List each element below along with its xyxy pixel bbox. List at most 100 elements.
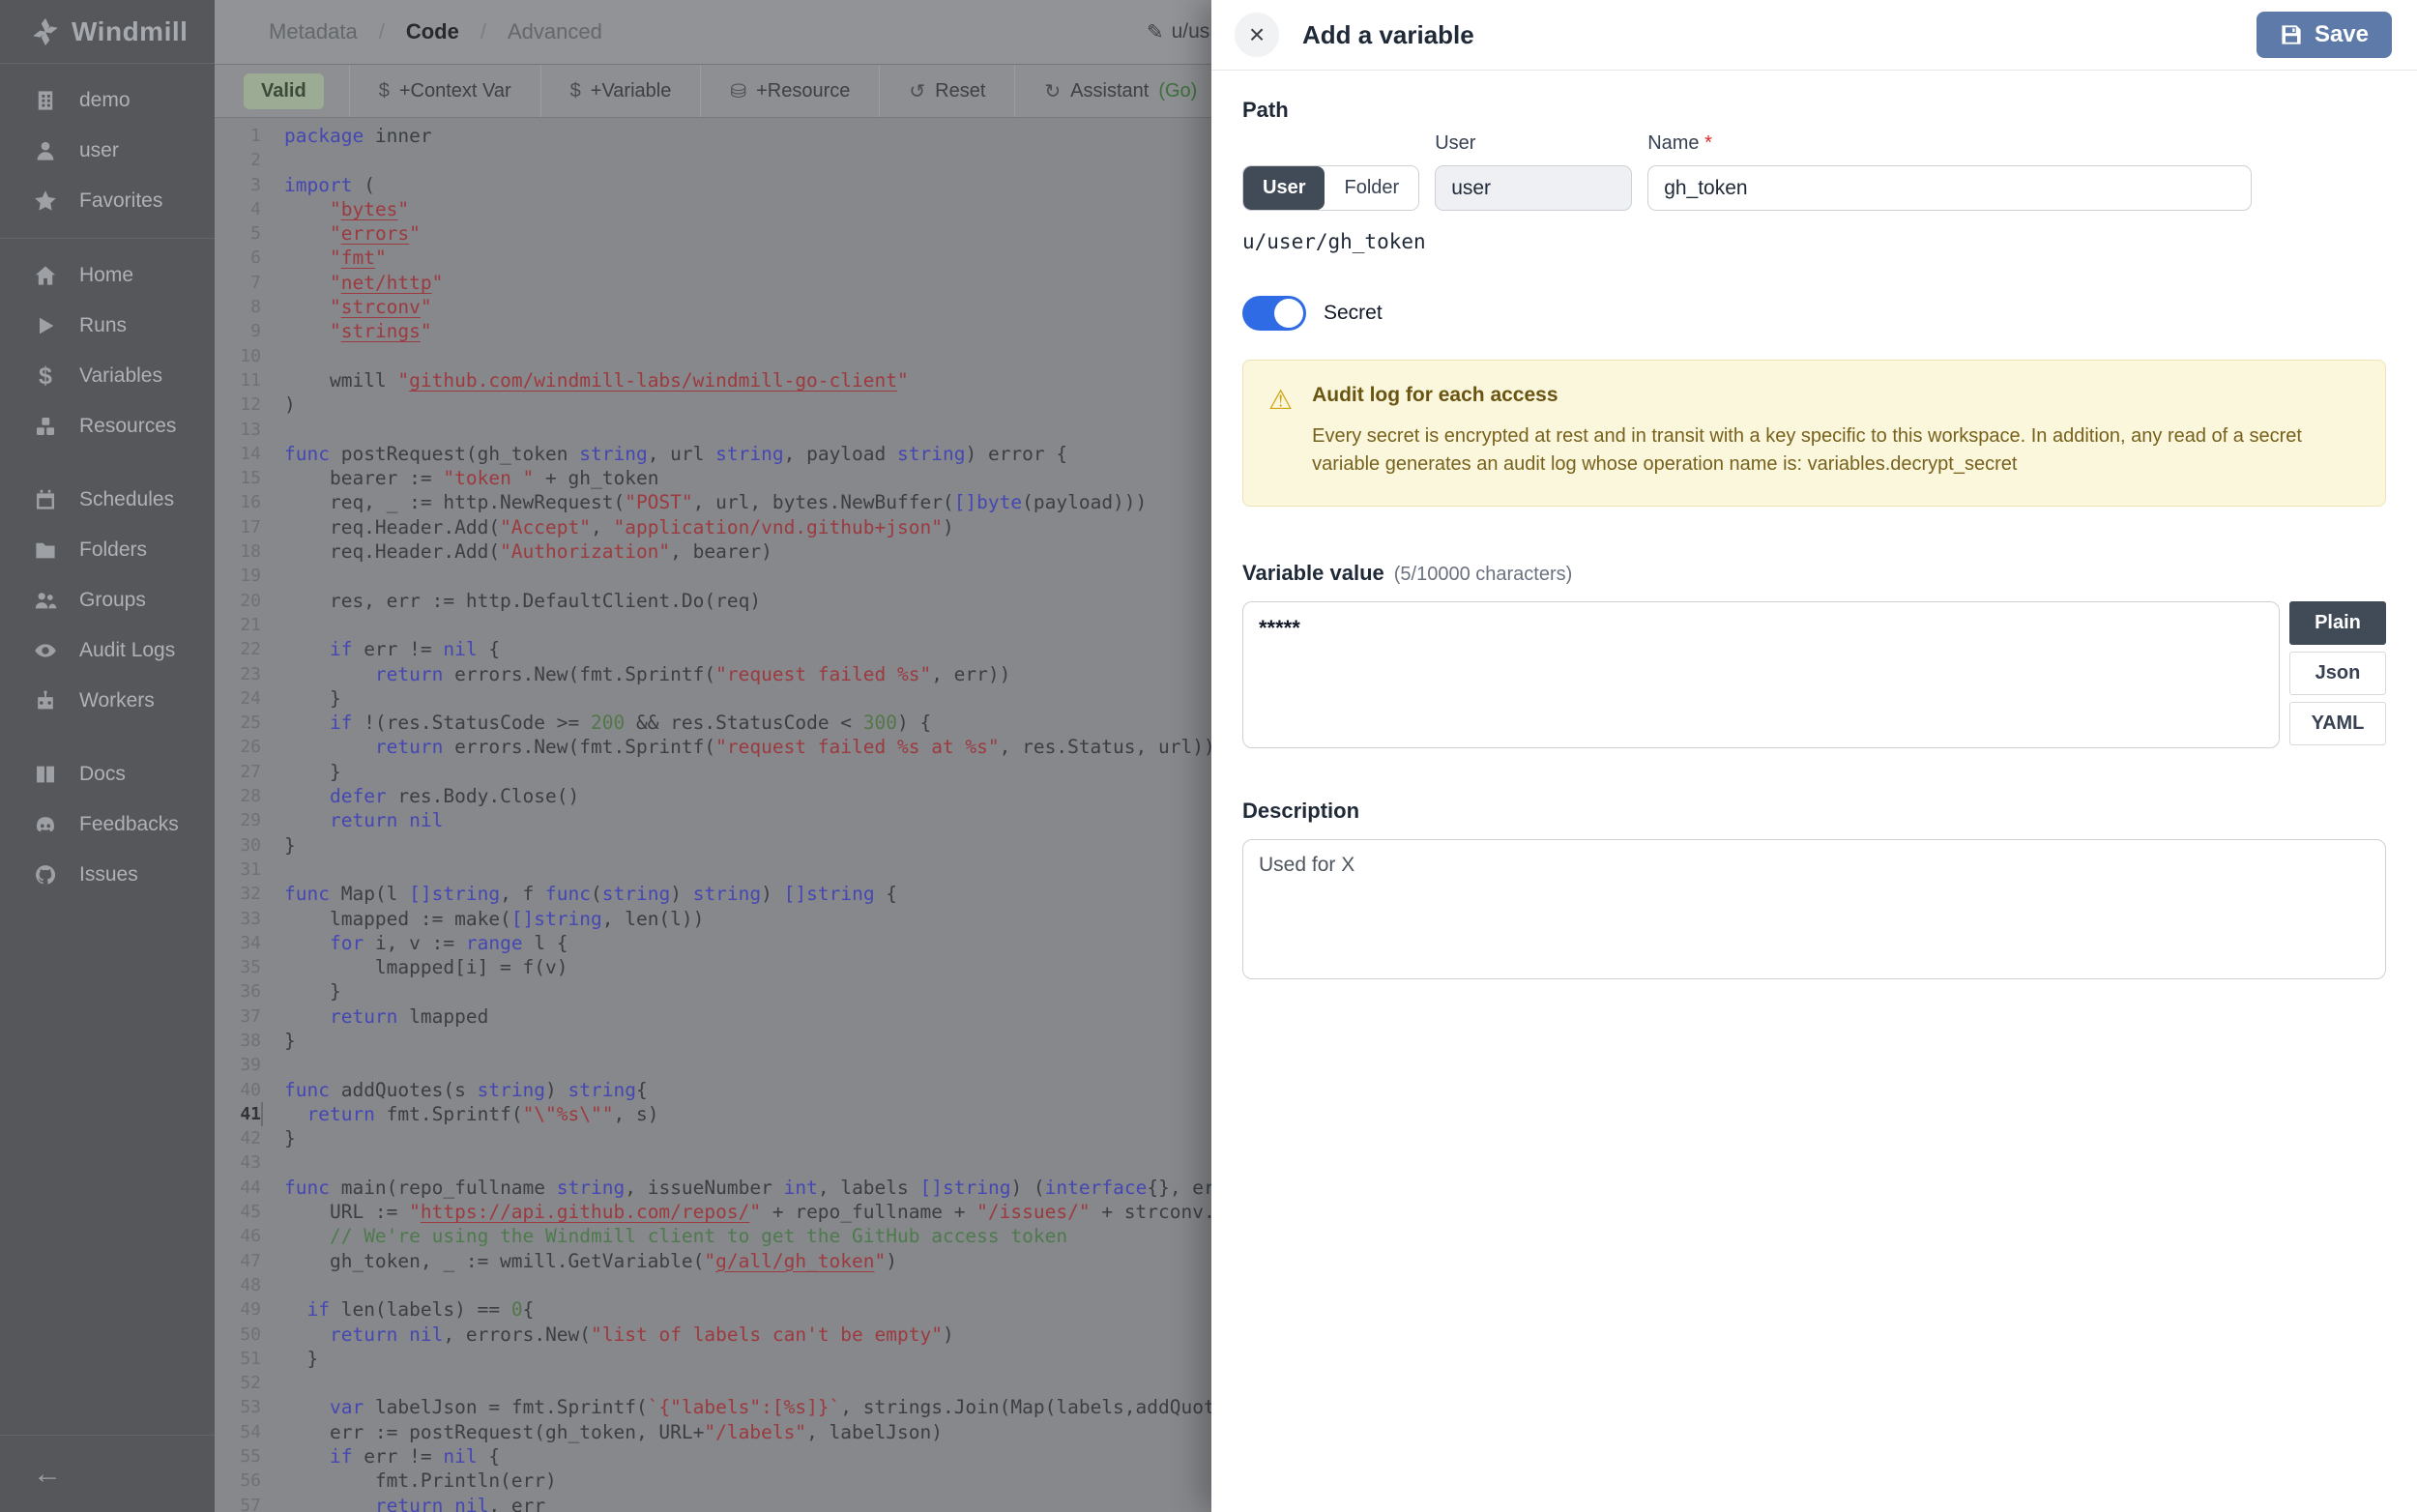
code-line-content: func main(repo_fullname string, issueNum… <box>261 1176 1283 1200</box>
warning-body: Every secret is encrypted at rest and in… <box>1312 422 2337 479</box>
code-line-content: return nil, err <box>261 1494 545 1512</box>
sidebar-item-user[interactable]: user <box>0 126 215 176</box>
sidebar-item-audit-logs[interactable]: Audit Logs <box>0 625 215 676</box>
home-icon <box>33 263 58 288</box>
line-number: 5 <box>215 221 261 246</box>
code-line-content <box>261 1150 284 1175</box>
sidebar-item-issues[interactable]: Issues <box>0 850 215 900</box>
building-icon <box>33 88 58 113</box>
secret-toggle[interactable] <box>1242 296 1306 331</box>
step-code[interactable]: Code <box>406 19 459 44</box>
line-number: 27 <box>215 760 261 784</box>
line-number: 17 <box>215 515 261 539</box>
toolbar-button-assistant[interactable]: ↻Assistant(Go) <box>1014 65 1226 117</box>
line-number: 4 <box>215 197 261 221</box>
add-variable-drawer: × Add a variable Save Path UserFolder Us… <box>1211 0 2417 1512</box>
sidebar-item-label: demo <box>79 89 131 112</box>
toolbar-button-add-variable[interactable]: $ +Variable <box>540 65 701 117</box>
toolbar-button-label: +Context Var <box>399 80 511 102</box>
sidebar-item-folders[interactable]: Folders <box>0 525 215 575</box>
script-path-edit[interactable]: ✎ u/us <box>1147 0 1209 64</box>
code-line-content: } <box>261 1029 296 1053</box>
arrow-left-icon: ← <box>33 1458 62 1491</box>
dollar-icon: $ <box>570 80 581 102</box>
code-line-content: bearer := "token " + gh_token <box>261 466 658 490</box>
code-line-content: return nil <box>261 808 443 832</box>
toolbar-button-label: Assistant <box>1070 80 1149 102</box>
code-line-content <box>261 344 284 368</box>
sidebar-item-runs[interactable]: Runs <box>0 301 215 351</box>
sidebar-item-favorites[interactable]: Favorites <box>0 176 215 226</box>
line-number: 22 <box>215 637 261 661</box>
code-line-content: "bytes" <box>261 197 409 221</box>
variable-name-input[interactable] <box>1647 165 2252 211</box>
sidebar-item-docs[interactable]: Docs <box>0 749 215 800</box>
sidebar-item-feedbacks[interactable]: Feedbacks <box>0 800 215 850</box>
toolbar-button-label: +Resource <box>756 80 850 102</box>
sidebar-collapse-button[interactable]: ← <box>0 1435 215 1512</box>
line-number: 8 <box>215 295 261 319</box>
line-number: 41 <box>215 1102 261 1126</box>
step-advanced[interactable]: Advanced <box>508 19 602 44</box>
save-button[interactable]: Save <box>2257 12 2392 58</box>
step-metadata[interactable]: Metadata <box>269 19 358 44</box>
code-line-content: func Map(l []string, f func(string) stri… <box>261 882 897 906</box>
close-icon[interactable]: × <box>1235 13 1279 57</box>
variable-value-heading: Variable value <box>1242 561 1384 586</box>
code-line-content <box>261 1273 284 1297</box>
sidebar-item-label: Docs <box>79 763 126 786</box>
sidebar-item-home[interactable]: Home <box>0 250 215 301</box>
code-line-content: req.Header.Add("Authorization", bearer) <box>261 539 772 564</box>
line-number: 21 <box>215 613 261 637</box>
owner-toggle-user[interactable]: User <box>1243 166 1325 210</box>
line-number: 52 <box>215 1371 261 1395</box>
required-asterisk: * <box>1704 132 1712 154</box>
sidebar-item-variables[interactable]: $Variables <box>0 351 215 401</box>
sidebar-item-label: Workers <box>79 689 155 712</box>
sidebar-section-admin-nav: Schedules Folders GroupsAudit Logs Workers <box>0 463 215 738</box>
drawer-body: Path UserFolder User Name * u/user/gh_to… <box>1211 71 2417 1011</box>
windmill-logo[interactable]: Windmill <box>0 0 215 64</box>
line-number: 6 <box>215 246 261 270</box>
line-number: 23 <box>215 662 261 686</box>
value-format-tab-yaml[interactable]: YAML <box>2289 702 2386 745</box>
sidebar-item-resources[interactable]: Resources <box>0 401 215 451</box>
cubes-icon <box>33 414 58 439</box>
code-line-content <box>261 1371 284 1395</box>
code-line-content: wmill "github.com/windmill-labs/windmill… <box>261 368 909 393</box>
line-number: 7 <box>215 271 261 295</box>
line-number: 28 <box>215 784 261 808</box>
line-number: 46 <box>215 1224 261 1248</box>
code-line-content: lmapped[i] = f(v) <box>261 955 568 979</box>
toolbar-button-reset[interactable]: ↺Reset <box>879 65 1014 117</box>
description-input[interactable] <box>1242 839 2386 979</box>
description-section: Description <box>1242 799 2386 984</box>
toolbar-button-add-context-var[interactable]: $+Context Var <box>349 65 540 117</box>
toolbar-button-add-resource[interactable]: ⛁+Resource <box>700 65 879 117</box>
code-line-content <box>261 1053 284 1077</box>
undo-icon: ↺ <box>909 79 925 103</box>
owner-toggle-folder[interactable]: Folder <box>1325 166 1418 210</box>
line-number: 31 <box>215 858 261 882</box>
value-format-tab-json[interactable]: Json <box>2289 652 2386 695</box>
owner-input[interactable] <box>1435 165 1632 211</box>
sidebar-item-label: Folders <box>79 538 147 562</box>
code-line-content: if len(labels) == 0{ <box>261 1297 534 1322</box>
code-line-content: func addQuotes(s string) string{ <box>261 1078 648 1102</box>
sidebar-item-demo[interactable]: demo <box>0 75 215 126</box>
line-number: 12 <box>215 393 261 417</box>
code-line-content: return nil, errors.New("list of labels c… <box>261 1323 954 1347</box>
variable-value-input[interactable] <box>1242 601 2280 748</box>
code-line-content: err := postRequest(gh_token, URL+"/label… <box>261 1420 943 1444</box>
value-format-tab-plain[interactable]: Plain <box>2289 601 2386 645</box>
sidebar-item-schedules[interactable]: Schedules <box>0 475 215 525</box>
sidebar-item-label: Schedules <box>79 488 174 511</box>
code-line-content: "strings" <box>261 319 432 343</box>
sidebar-item-groups[interactable]: Groups <box>0 575 215 625</box>
sidebar: Windmill demo userFavorites HomeRuns$Varia… <box>0 0 215 1512</box>
line-number: 2 <box>215 148 261 172</box>
line-number: 11 <box>215 368 261 393</box>
sidebar-item-workers[interactable]: Workers <box>0 676 215 726</box>
drawer-header: × Add a variable Save <box>1211 0 2417 71</box>
toolbar-button-label: +Variable <box>591 80 672 102</box>
